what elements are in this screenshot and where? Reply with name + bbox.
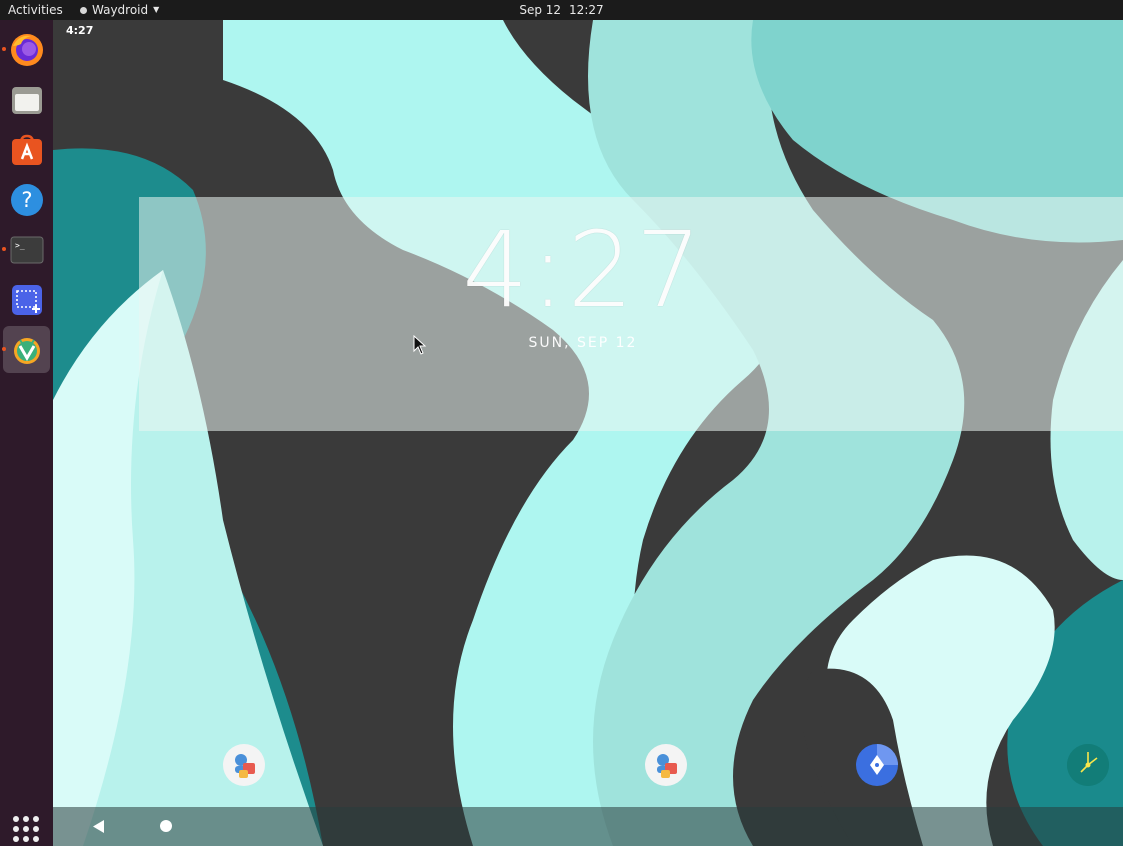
dock-item-files[interactable] [3, 76, 50, 123]
android-nav-bar [53, 807, 1123, 846]
date-label: Sep 12 [519, 3, 562, 17]
dock-item-firefox[interactable] [2, 26, 50, 73]
contacts-app-2[interactable] [645, 744, 687, 786]
waydroid-window[interactable]: 4:27 4:27 SUN, SEP 12 [53, 20, 1123, 846]
widget-date: SUN, SEP 12 [528, 335, 638, 351]
back-button[interactable] [93, 820, 105, 833]
dock-item-terminal[interactable]: >_ [2, 226, 50, 273]
dock-item-waydroid[interactable] [2, 326, 50, 373]
wallpaper [53, 20, 1123, 846]
widget-time: 4:27 [462, 209, 704, 331]
home-button[interactable] [160, 820, 172, 832]
contacts-app-1[interactable] [223, 744, 265, 786]
mouse-cursor-icon [413, 335, 427, 355]
time-label: 12:27 [569, 3, 604, 17]
files-icon [11, 86, 42, 114]
dock-item-screenshot[interactable] [3, 276, 50, 323]
status-bar-time: 4:27 [66, 24, 94, 37]
clock-icon [1067, 744, 1109, 786]
maps-icon [870, 744, 898, 775]
running-indicator [2, 247, 6, 251]
terminal-icon: >_ [10, 236, 43, 263]
dock-item-software[interactable] [3, 126, 50, 173]
waydroid-icon [13, 337, 40, 364]
dock: ? >_ [0, 20, 53, 846]
software-center-icon [11, 134, 42, 165]
svg-text:>_: >_ [15, 241, 25, 250]
date-time-button[interactable]: Sep 12 12:27 [0, 0, 1123, 20]
running-indicator [2, 47, 6, 51]
clock-app[interactable] [1067, 744, 1109, 786]
help-icon: ? [10, 183, 43, 216]
clock-widget[interactable]: 4:27 SUN, SEP 12 [139, 197, 1123, 431]
maps-app[interactable] [856, 744, 898, 786]
svg-text:?: ? [21, 188, 32, 212]
top-bar: Activities Waydroid ▼ Sep 12 12:27 [0, 0, 1123, 20]
show-apps-button[interactable] [13, 816, 39, 842]
screenshot-icon [11, 284, 42, 315]
firefox-icon [10, 33, 43, 66]
contacts-icon [235, 754, 255, 778]
contacts-icon [657, 754, 677, 778]
dock-item-help[interactable]: ? [3, 176, 50, 223]
running-indicator [2, 347, 6, 351]
